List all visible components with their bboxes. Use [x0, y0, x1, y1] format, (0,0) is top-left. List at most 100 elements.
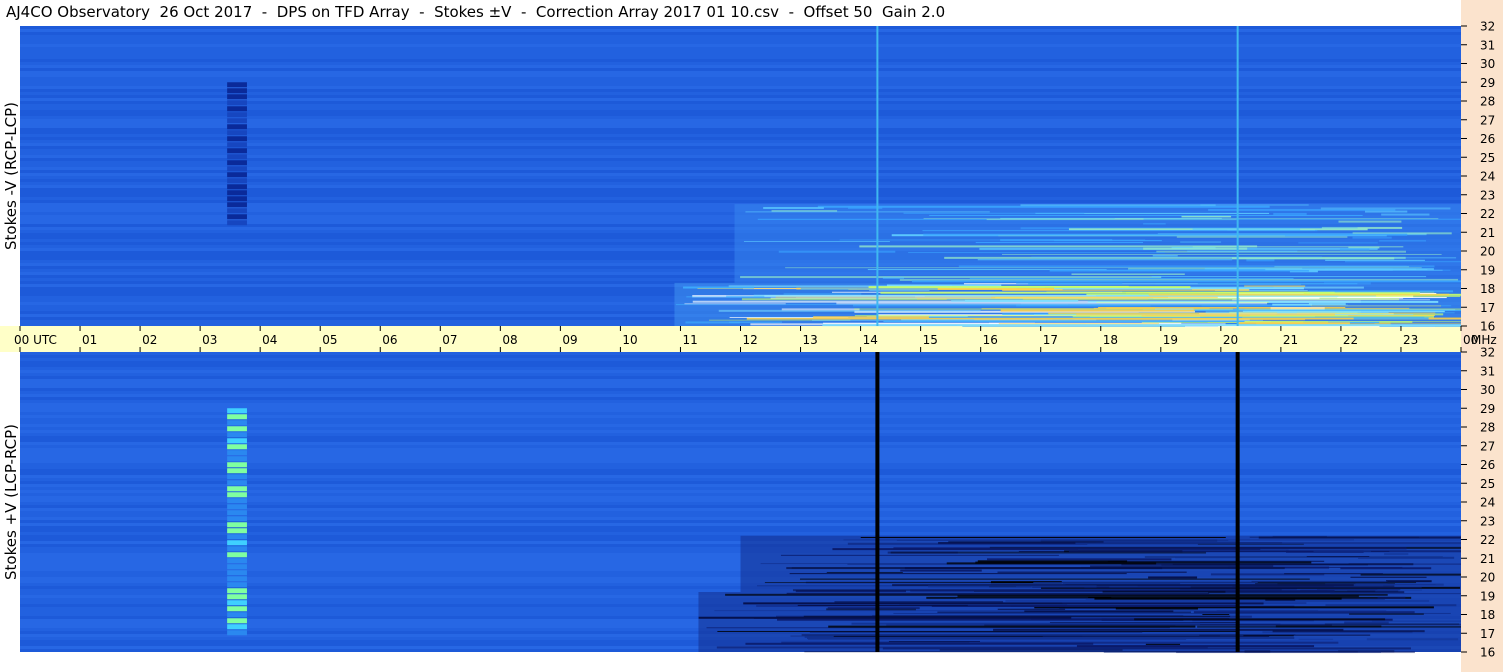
burst-streak [783, 293, 862, 295]
freq-tick-label: 19 [1480, 263, 1495, 277]
burst-streak [781, 641, 1339, 644]
burst-streak [1062, 289, 1193, 291]
burst-streak [1325, 259, 1425, 261]
burst-streak [1298, 638, 1334, 640]
burst-streak [910, 589, 1335, 592]
burst-streak [1298, 242, 1378, 244]
time-tick-label: 03 [202, 333, 217, 347]
burst-streak [1199, 634, 1371, 636]
burst-streak [900, 569, 982, 572]
vertical-band-top-0 [227, 178, 247, 184]
freq-tick-label: 32 [1480, 346, 1495, 360]
vertical-band-top-0 [227, 220, 247, 226]
burst-streak [1366, 638, 1459, 641]
burst-streak [1358, 556, 1455, 559]
burst-streak [800, 287, 938, 290]
burst-streak [1249, 536, 1419, 538]
burst-streak [928, 585, 1097, 588]
burst-streak [763, 206, 824, 209]
burst-streak [851, 622, 1201, 625]
burst-streak [1320, 207, 1451, 210]
time-tick-label: 09 [562, 333, 577, 347]
burst-streak [826, 571, 903, 573]
freq-tick-label: 17 [1480, 301, 1495, 315]
burst-streak [1148, 293, 1450, 296]
burst-streak [904, 567, 1163, 570]
burst-streak [786, 592, 1210, 595]
burst-streak [1347, 590, 1399, 592]
time-tick-label: 07 [442, 333, 457, 347]
burst-streak [1337, 297, 1447, 299]
spectrogram-top-row [20, 32, 1461, 35]
spectrogram-bottom-row [20, 379, 1461, 382]
burst-streak [827, 607, 920, 610]
spectrogram-bottom-row [20, 403, 1461, 406]
burst-streak [1200, 316, 1425, 318]
time-tick-label: 21 [1283, 333, 1298, 347]
burst-streak [817, 205, 1270, 208]
burst-streak [771, 210, 838, 212]
spectrogram-bottom-row [20, 355, 1461, 358]
burst-streak [1094, 597, 1342, 600]
spectrogram-top-row [20, 77, 1461, 80]
vertical-band-top-0 [227, 112, 247, 118]
time-tick-label: 01 [82, 333, 97, 347]
burst-streak [1088, 596, 1112, 598]
vertical-band-bottom-0 [227, 552, 247, 558]
vertical-band-bottom-0 [227, 618, 247, 624]
burst-streak [1076, 313, 1335, 316]
burst-streak [1325, 604, 1457, 607]
burst-streak [1239, 296, 1320, 299]
spectrogram-top-row [20, 59, 1461, 62]
time-tick-label: 02 [142, 333, 157, 347]
burst-streak [807, 637, 1187, 640]
time-tick-label: 06 [382, 333, 397, 347]
spectrogram-bottom-row [20, 352, 1461, 355]
freq-tick-label: 20 [1480, 245, 1495, 259]
vertical-band-top-0 [227, 118, 247, 124]
burst-streak [1349, 613, 1424, 615]
freq-tick-label: 19 [1480, 589, 1495, 603]
burst-streak [847, 542, 1088, 545]
spectrogram-bottom-row [20, 376, 1461, 379]
burst-streak [1232, 257, 1395, 260]
spectrogram-bottom-row [20, 361, 1461, 364]
time-tick-label: 05 [322, 333, 337, 347]
burst-streak [1355, 583, 1444, 586]
burst-streak [1386, 580, 1432, 583]
freq-tick-label: 30 [1480, 383, 1495, 397]
burst-streak [997, 571, 1187, 573]
burst-streak [1308, 303, 1346, 306]
burst-streak [740, 276, 1162, 279]
vertical-band-top-0 [227, 196, 247, 202]
burst-streak [809, 631, 1143, 633]
vertical-band-bottom-0 [227, 432, 247, 438]
freq-unit-label: MHz [1471, 333, 1497, 347]
spectrogram-top-row [20, 47, 1461, 50]
vertical-band-bottom-0 [227, 414, 247, 420]
freq-tick-label: 20 [1480, 571, 1495, 585]
burst-streak [1033, 582, 1258, 584]
burst-streak [1175, 556, 1241, 559]
burst-streak [887, 551, 958, 554]
burst-streak [836, 302, 1268, 305]
chart-root: AJ4CO Observatory 26 Oct 2017 - DPS on T… [0, 0, 1503, 672]
burst-streak [1352, 236, 1392, 239]
time-tick-label: 15 [923, 333, 938, 347]
vertical-band-bottom-0 [227, 522, 247, 528]
freq-tick-label: 23 [1480, 514, 1495, 528]
burst-streak [1068, 550, 1461, 553]
burst-streak [789, 573, 1127, 575]
vertical-band-bottom-0 [227, 564, 247, 570]
burst-streak [1106, 307, 1156, 309]
burst-streak [1365, 210, 1408, 213]
burst-streak [1001, 253, 1442, 255]
burst-streak [1371, 620, 1461, 622]
vertical-band-bottom-0 [227, 456, 247, 462]
spectrogram-top-row [20, 44, 1461, 47]
vertical-band-bottom-0 [227, 582, 247, 588]
spectrogram-bottom-row [20, 364, 1461, 367]
burst-streak [1143, 223, 1166, 225]
spectrogram-bottom-row [20, 394, 1461, 397]
burst-streak [860, 536, 1226, 538]
